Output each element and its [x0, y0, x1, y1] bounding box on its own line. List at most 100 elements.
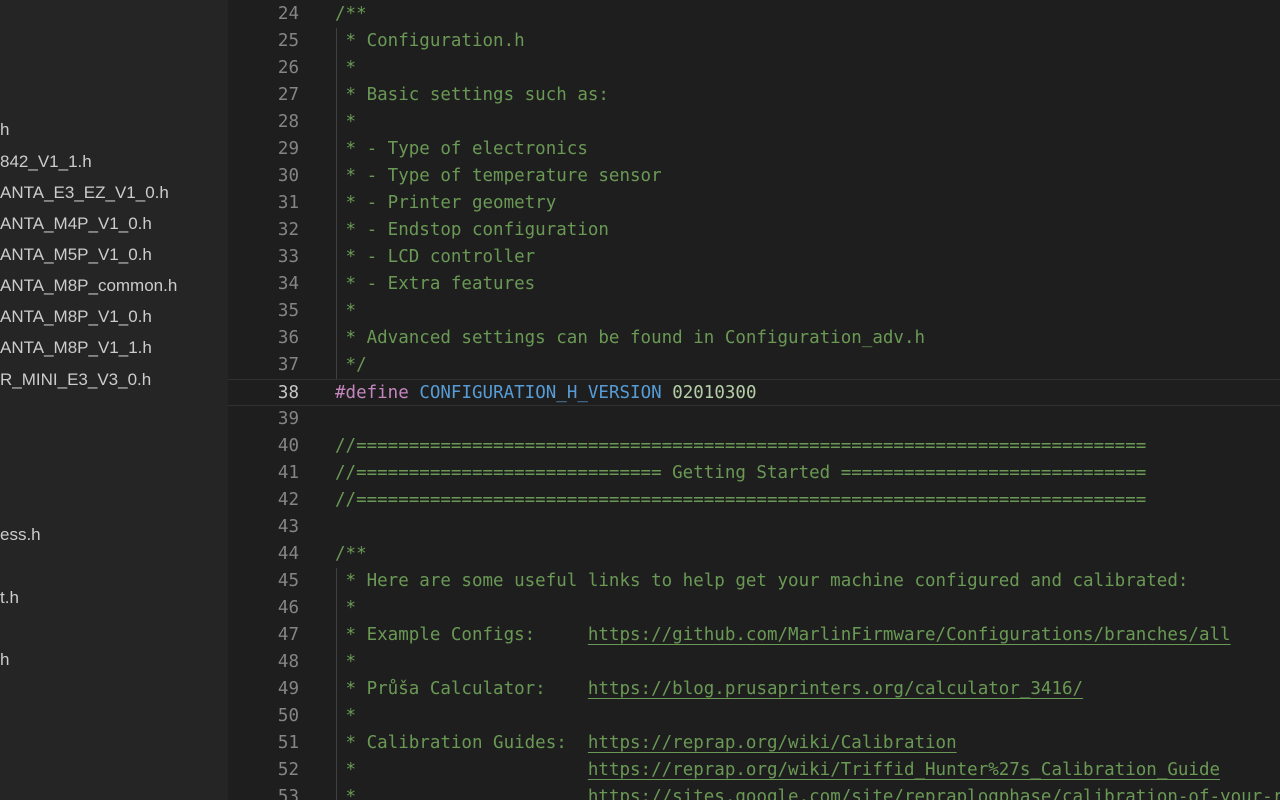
file-item[interactable]: ANTA_M8P_V1_1.h: [0, 337, 152, 359]
line-number: 27: [277, 85, 299, 105]
line-number: 47: [277, 625, 299, 645]
line-number: 32: [277, 220, 299, 240]
code-line[interactable]: 46 *: [228, 595, 1280, 622]
url-link[interactable]: https://github.com/MarlinFirmware/Config…: [588, 625, 1231, 645]
comment-text: *: [335, 301, 357, 321]
line-content: * Here are some useful links to help get…: [335, 568, 1189, 595]
code-line[interactable]: 24 /**: [228, 1, 1280, 28]
line-number: 36: [277, 328, 299, 348]
comment-text: *: [335, 598, 357, 618]
preprocessor-directive: #define: [335, 383, 409, 403]
code-line[interactable]: 45 * Here are some useful links to help …: [228, 568, 1280, 595]
code-line[interactable]: 52 * https://reprap.org/wiki/Triffid_Hun…: [228, 757, 1280, 784]
file-item[interactable]: ANTA_M8P_V1_0.h: [0, 306, 152, 328]
line-content: * Example Configs: https://github.com/Ma…: [335, 622, 1231, 649]
file-item[interactable]: h: [0, 649, 9, 671]
url-link[interactable]: https://blog.prusaprinters.org/calculato…: [588, 679, 1083, 699]
url-link[interactable]: https://reprap.org/wiki/Calibration: [588, 733, 957, 753]
line-content: * - Type of temperature sensor: [335, 163, 662, 190]
comment-text: * - Type of temperature sensor: [335, 166, 662, 186]
file-item[interactable]: h: [0, 119, 9, 141]
comment-text: *: [335, 652, 357, 672]
line-number: 37: [277, 355, 299, 375]
comment-text: //============================= Getting …: [335, 463, 1147, 483]
line-content: */: [335, 352, 367, 379]
line-number: 24: [277, 4, 299, 24]
code-line[interactable]: 29 * - Type of electronics: [228, 136, 1280, 163]
code-line[interactable]: 44 /**: [228, 541, 1280, 568]
code-line[interactable]: 26 *: [228, 55, 1280, 82]
macro-name: CONFIGURATION_H_VERSION: [419, 383, 662, 403]
line-number: 41: [277, 463, 299, 483]
code-line[interactable]: 51 * Calibration Guides: https://reprap.…: [228, 730, 1280, 757]
code-line[interactable]: 32 * - Endstop configuration: [228, 217, 1280, 244]
code-line[interactable]: 48 *: [228, 649, 1280, 676]
file-item[interactable]: ANTA_M5P_V1_0.h: [0, 244, 152, 266]
code-line[interactable]: 25 * Configuration.h: [228, 28, 1280, 55]
file-item[interactable]: ANTA_E3_EZ_V1_0.h: [0, 182, 169, 204]
line-number: 38: [277, 383, 299, 403]
comment-text: * Here are some useful links to help get…: [335, 571, 1189, 591]
comment-text: /**: [335, 4, 367, 24]
line-number: 45: [277, 571, 299, 591]
code-line[interactable]: 40 //====================================…: [228, 433, 1280, 460]
line-number: 43: [277, 517, 299, 537]
comment-text: * Advanced settings can be found in Conf…: [335, 328, 926, 348]
comment-text: * Basic settings such as:: [335, 85, 609, 105]
line-number: 39: [277, 409, 299, 429]
code-line[interactable]: 49 * Průša Calculator: https://blog.prus…: [228, 676, 1280, 703]
comment-text: //======================================…: [335, 436, 1147, 456]
line-number: 33: [277, 247, 299, 267]
code-line[interactable]: 33 * - LCD controller: [228, 244, 1280, 271]
file-item[interactable]: 842_V1_1.h: [0, 151, 92, 173]
line-number: 40: [277, 436, 299, 456]
line-content: * Calibration Guides: https://reprap.org…: [335, 730, 957, 757]
comment-text: * - Type of electronics: [335, 139, 588, 159]
line-number: 50: [277, 706, 299, 726]
code-line[interactable]: 31 * - Printer geometry: [228, 190, 1280, 217]
comment-text: //======================================…: [335, 490, 1147, 510]
code-line[interactable]: 27 * Basic settings such as:: [228, 82, 1280, 109]
line-number: 30: [277, 166, 299, 186]
code-line[interactable]: 36 * Advanced settings can be found in C…: [228, 325, 1280, 352]
code-line[interactable]: 34 * - Extra features: [228, 271, 1280, 298]
file-item[interactable]: t.h: [0, 587, 19, 609]
line-number: 49: [277, 679, 299, 699]
file-explorer-sidebar[interactable]: h 842_V1_1.h ANTA_E3_EZ_V1_0.h ANTA_M4P_V1_…: [0, 0, 228, 800]
code-line[interactable]: 38 #define CONFIGURATION_H_VERSION 020103…: [228, 379, 1280, 406]
code-line[interactable]: 39: [228, 406, 1280, 433]
code-line[interactable]: 30 * - Type of temperature sensor: [228, 163, 1280, 190]
code-line[interactable]: 37 */: [228, 352, 1280, 379]
code-line[interactable]: 50 *: [228, 703, 1280, 730]
file-item[interactable]: ANTA_M4P_V1_0.h: [0, 213, 152, 235]
code-line[interactable]: 43: [228, 514, 1280, 541]
code-line[interactable]: 28 *: [228, 109, 1280, 136]
comment-text: */: [335, 355, 367, 375]
line-content: * Advanced settings can be found in Conf…: [335, 325, 925, 352]
code-line[interactable]: 42 //====================================…: [228, 487, 1280, 514]
url-link[interactable]: https://reprap.org/wiki/Triffid_Hunter%2…: [588, 760, 1220, 780]
code-line[interactable]: 53 * https://sites.google.com/site/repra…: [228, 784, 1280, 800]
line-content: /**: [335, 1, 367, 28]
code-line[interactable]: 35 *: [228, 298, 1280, 325]
code-line[interactable]: 47 * Example Configs: https://github.com…: [228, 622, 1280, 649]
macro-value: 02010300: [672, 383, 757, 403]
file-item[interactable]: ess.h: [0, 524, 41, 546]
comment-text: *: [335, 58, 357, 78]
comment-text: * - LCD controller: [335, 247, 536, 267]
line-number: 52: [277, 760, 299, 780]
file-item[interactable]: ANTA_M8P_common.h: [0, 275, 177, 297]
line-content: * https://sites.google.com/site/repraplo…: [335, 784, 1280, 800]
url-link[interactable]: https://sites.google.com/site/repraplogp…: [588, 787, 1280, 800]
code-editor[interactable]: 24/** 25 * Configuration.h 26 * 27 * Basic …: [228, 0, 1280, 800]
comment-text: /**: [335, 544, 367, 564]
line-content: * - Type of electronics: [335, 136, 588, 163]
comment-text: *: [335, 787, 588, 800]
code-line[interactable]: 41 //============================= Gettin…: [228, 460, 1280, 487]
line-content: *: [335, 595, 357, 622]
line-content: //======================================…: [335, 487, 1146, 514]
file-item[interactable]: R_MINI_E3_V3_0.h: [0, 369, 151, 391]
line-number: 44: [277, 544, 299, 564]
line-content: * - LCD controller: [335, 244, 536, 271]
line-number: 42: [277, 490, 299, 510]
